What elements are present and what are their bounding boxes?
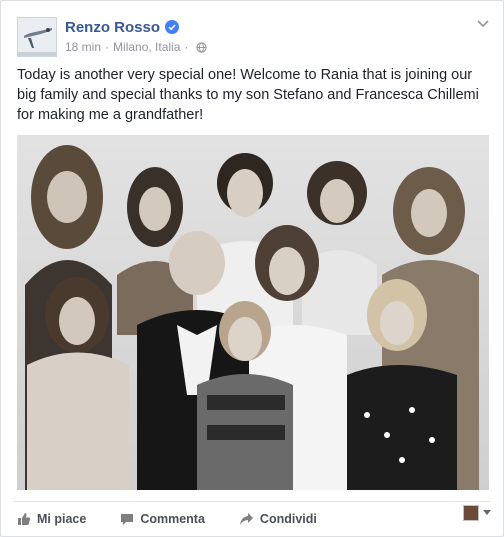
like-label: Mi piace — [37, 512, 87, 526]
post-text: Today is another very special one! Welco… — [17, 67, 479, 123]
share-label: Condividi — [259, 512, 317, 526]
like-thumb-icon — [18, 513, 31, 525]
verified-badge-icon — [165, 20, 180, 34]
comment-button[interactable]: Commenta — [120, 512, 205, 526]
author-avatar[interactable] — [17, 17, 57, 57]
post-card: Renzo Rosso 18 min · Milano, Italia · To… — [0, 0, 504, 537]
post-header: Renzo Rosso 18 min · Milano, Italia · — [13, 13, 491, 57]
post-photo[interactable] — [17, 135, 489, 490]
globe-icon[interactable] — [196, 41, 208, 53]
dropdown-caret-icon — [483, 510, 491, 515]
meta-separator-2: · — [184, 40, 189, 54]
author-row: Renzo Rosso — [65, 17, 180, 37]
comment-icon — [121, 514, 134, 525]
share-arrow-icon — [239, 513, 253, 525]
family-photo-image — [17, 135, 489, 490]
actions-divider — [13, 501, 491, 502]
post-as-selector[interactable] — [463, 505, 491, 521]
chevron-down-icon[interactable] — [475, 15, 491, 31]
meta-separator: · — [105, 40, 110, 54]
post-timestamp[interactable]: 18 min — [65, 40, 101, 54]
author-name[interactable]: Renzo Rosso — [65, 19, 160, 36]
like-button[interactable]: Mi piace — [17, 512, 86, 526]
post-location[interactable]: Milano, Italia — [113, 40, 180, 54]
post-meta: 18 min · Milano, Italia · — [65, 40, 208, 54]
comment-label: Commenta — [140, 512, 205, 526]
post-actions-bar: Mi piace Commenta Condividi — [17, 506, 491, 532]
avatar-image — [18, 18, 56, 56]
actor-avatar — [463, 505, 479, 521]
share-button[interactable]: Condividi — [239, 512, 317, 526]
